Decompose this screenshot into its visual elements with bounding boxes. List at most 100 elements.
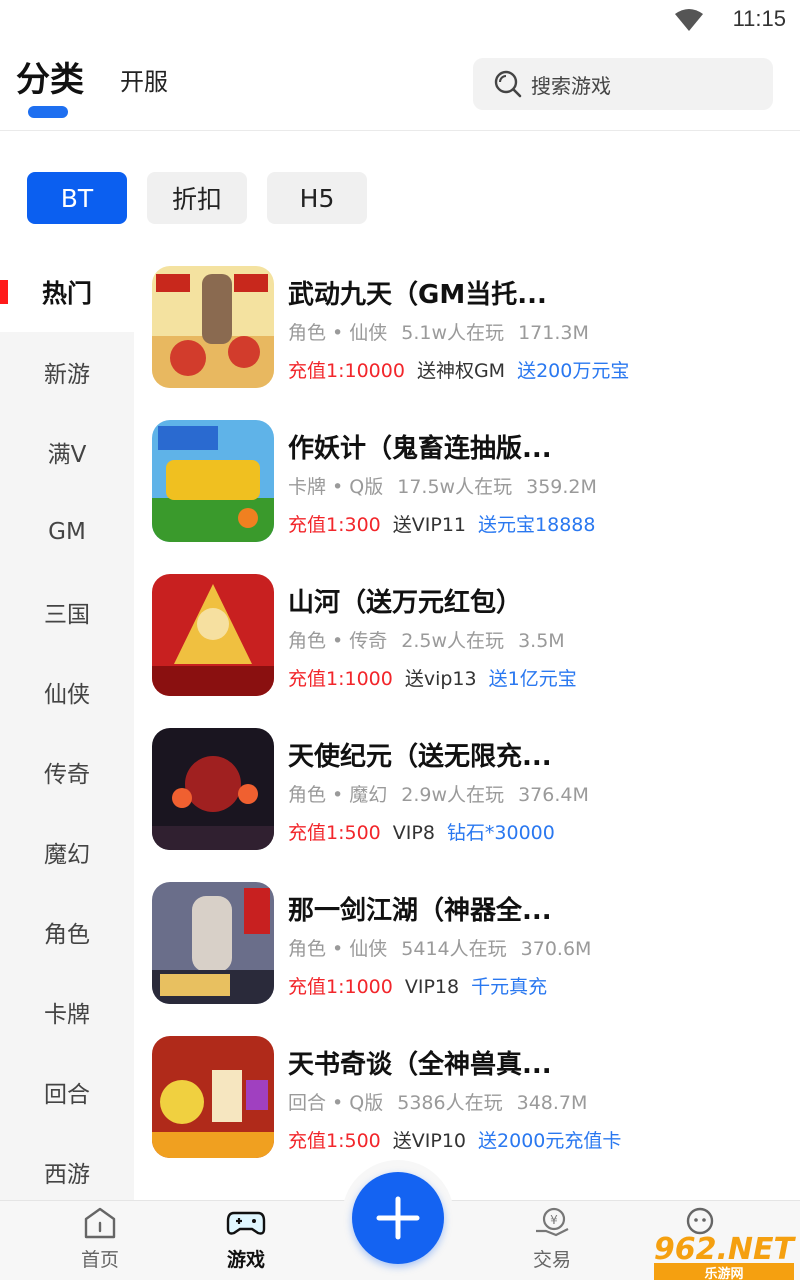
game-list-item[interactable]: 武动九天（GM当托... 角色 • 仙侠 5.1w人在玩 171.3M 充值1:10… (152, 258, 792, 412)
category-hot[interactable]: 热门 (0, 252, 134, 332)
game-meta: 角色 • 传奇 2.5w人在玩 3.5M (288, 626, 579, 653)
game-perk: 送VIP10 (392, 1130, 467, 1152)
game-recharge-rate: 充值1:500 (288, 822, 381, 844)
game-icon (152, 266, 274, 388)
game-icon (152, 420, 274, 542)
tab-label: 分类 (16, 60, 84, 100)
nav-games[interactable]: 游戏 (196, 1205, 296, 1272)
wifi-icon (675, 9, 703, 31)
game-tags: 充值1:500 送VIP10 送2000元充值卡 (288, 1126, 633, 1153)
game-genre: 角色 • 仙侠 (288, 938, 388, 960)
game-title: 山河（送万元红包） (288, 588, 523, 618)
search-icon (494, 70, 522, 98)
game-meta: 角色 • 仙侠 5.1w人在玩 171.3M (288, 318, 603, 345)
game-players: 5.1w人在玩 (401, 322, 505, 344)
chip-discount[interactable]: 折扣 (147, 172, 247, 224)
game-size: 3.5M (518, 630, 565, 652)
game-size: 348.7M (516, 1092, 588, 1114)
game-bonus: 千元真充 (471, 976, 548, 998)
game-recharge-rate: 充值1:1000 (288, 976, 393, 998)
gamepad-icon (226, 1211, 266, 1235)
watermark-logo: 962.NET 乐游网 (653, 1232, 794, 1280)
game-recharge-rate: 充值1:300 (288, 514, 381, 536)
nav-label: 首页 (80, 1249, 119, 1271)
game-title: 武动九天（GM当托... (288, 280, 547, 310)
game-size: 359.2M (526, 476, 597, 498)
tab-category[interactable]: 分类 (16, 56, 84, 118)
game-icon (152, 728, 274, 850)
category-rpg[interactable]: 角色 (0, 892, 134, 972)
tab-server-open[interactable]: 开服 (120, 56, 168, 106)
game-list-item[interactable]: 那一剑江湖（神器全... 角色 • 仙侠 5414人在玩 370.6M 充值1:10… (152, 874, 792, 1028)
trade-icon: ¥ (536, 1207, 569, 1237)
game-list-item[interactable]: 天使纪元（送无限充... 角色 • 魔幻 2.9w人在玩 376.4M 充值1:50… (152, 720, 792, 874)
add-button[interactable] (352, 1172, 444, 1264)
game-perk: 送VIP11 (392, 514, 467, 536)
game-tags: 充值1:1000 VIP18 千元真充 (288, 972, 559, 999)
game-recharge-rate: 充值1:1000 (288, 668, 393, 690)
game-list-item[interactable]: 山河（送万元红包） 角色 • 传奇 2.5w人在玩 3.5M 充值1:1000 送vi… (152, 566, 792, 720)
game-genre: 角色 • 仙侠 (288, 322, 388, 344)
game-tags: 充值1:10000 送神权GM 送200万元宝 (288, 356, 641, 383)
game-bonus: 送元宝18888 (478, 514, 596, 536)
category-new[interactable]: 新游 (0, 332, 134, 412)
svg-text:¥: ¥ (550, 1213, 558, 1227)
game-genre: 角色 • 魔幻 (288, 784, 388, 806)
game-title: 天书奇谈（全神兽真... (288, 1050, 552, 1080)
nav-label: 交易 (532, 1249, 571, 1271)
game-bonus: 钻石*30000 (446, 822, 555, 844)
search-input[interactable]: 搜索游戏 (473, 58, 773, 110)
game-meta: 角色 • 魔幻 2.9w人在玩 376.4M (288, 780, 603, 807)
category-turn-based[interactable]: 回合 (0, 1052, 134, 1132)
nav-trade[interactable]: ¥ 交易 (502, 1205, 602, 1272)
game-size: 370.6M (520, 938, 592, 960)
game-perk: VIP8 (392, 822, 435, 844)
status-time: 11:15 (732, 6, 786, 31)
category-full-vip[interactable]: 满V (0, 412, 134, 492)
game-genre: 卡牌 • Q版 (288, 476, 384, 498)
category-legend[interactable]: 传奇 (0, 732, 134, 812)
search-placeholder: 搜索游戏 (531, 73, 611, 98)
platform-filter: BT 折扣 H5 (27, 172, 387, 224)
nav-home[interactable]: 首页 (50, 1205, 150, 1272)
game-tags: 充值1:300 送VIP11 送元宝18888 (288, 510, 607, 537)
category-three-kingdoms[interactable]: 三国 (0, 572, 134, 652)
game-list-item[interactable]: 天书奇谈（全神兽真... 回合 • Q版 5386人在玩 348.7M 充值1:50… (152, 1028, 792, 1182)
game-size: 376.4M (518, 784, 589, 806)
category-gm[interactable]: GM (0, 492, 134, 572)
game-recharge-rate: 充值1:500 (288, 1130, 381, 1152)
game-icon (152, 882, 274, 1004)
game-players: 2.9w人在玩 (401, 784, 505, 806)
game-title: 那一剑江湖（神器全... (288, 896, 552, 926)
nav-label: 游戏 (226, 1249, 265, 1271)
header-tabs: 分类 开服 (16, 56, 204, 118)
game-perk: 送vip13 (404, 668, 477, 690)
game-icon (152, 1036, 274, 1158)
game-meta: 角色 • 仙侠 5414人在玩 370.6M (288, 934, 605, 961)
game-perk: 送神权GM (416, 360, 506, 382)
category-card[interactable]: 卡牌 (0, 972, 134, 1052)
game-meta: 卡牌 • Q版 17.5w人在玩 359.2M (288, 472, 611, 499)
chip-bt[interactable]: BT (27, 172, 127, 224)
game-meta: 回合 • Q版 5386人在玩 348.7M (288, 1088, 601, 1115)
game-players: 5414人在玩 (401, 938, 507, 960)
game-title: 作妖计（鬼畜连抽版... (288, 434, 552, 464)
game-list-item[interactable]: 作妖计（鬼畜连抽版... 卡牌 • Q版 17.5w人在玩 359.2M 充值1:3… (152, 412, 792, 566)
game-bonus: 送1亿元宝 (488, 668, 577, 690)
game-list: 武动九天（GM当托... 角色 • 仙侠 5.1w人在玩 171.3M 充值1:10… (152, 258, 792, 1182)
category-fantasy[interactable]: 魔幻 (0, 812, 134, 892)
home-icon (84, 1207, 116, 1239)
chip-h5[interactable]: H5 (267, 172, 367, 224)
tab-label: 开服 (120, 68, 168, 96)
category-sidebar: 热门 新游 满V GM 三国 仙侠 传奇 魔幻 角色 卡牌 回合 西游 (0, 252, 134, 1200)
header-divider (0, 130, 800, 131)
game-players: 2.5w人在玩 (401, 630, 505, 652)
plus-icon (376, 1196, 420, 1240)
game-tags: 充值1:500 VIP8 钻石*30000 (288, 818, 567, 845)
game-bonus: 送200万元宝 (517, 360, 630, 382)
category-xianxia[interactable]: 仙侠 (0, 652, 134, 732)
game-genre: 回合 • Q版 (288, 1092, 384, 1114)
game-perk: VIP18 (404, 976, 460, 998)
status-bar: 11:15 (0, 0, 800, 44)
game-genre: 角色 • 传奇 (288, 630, 388, 652)
